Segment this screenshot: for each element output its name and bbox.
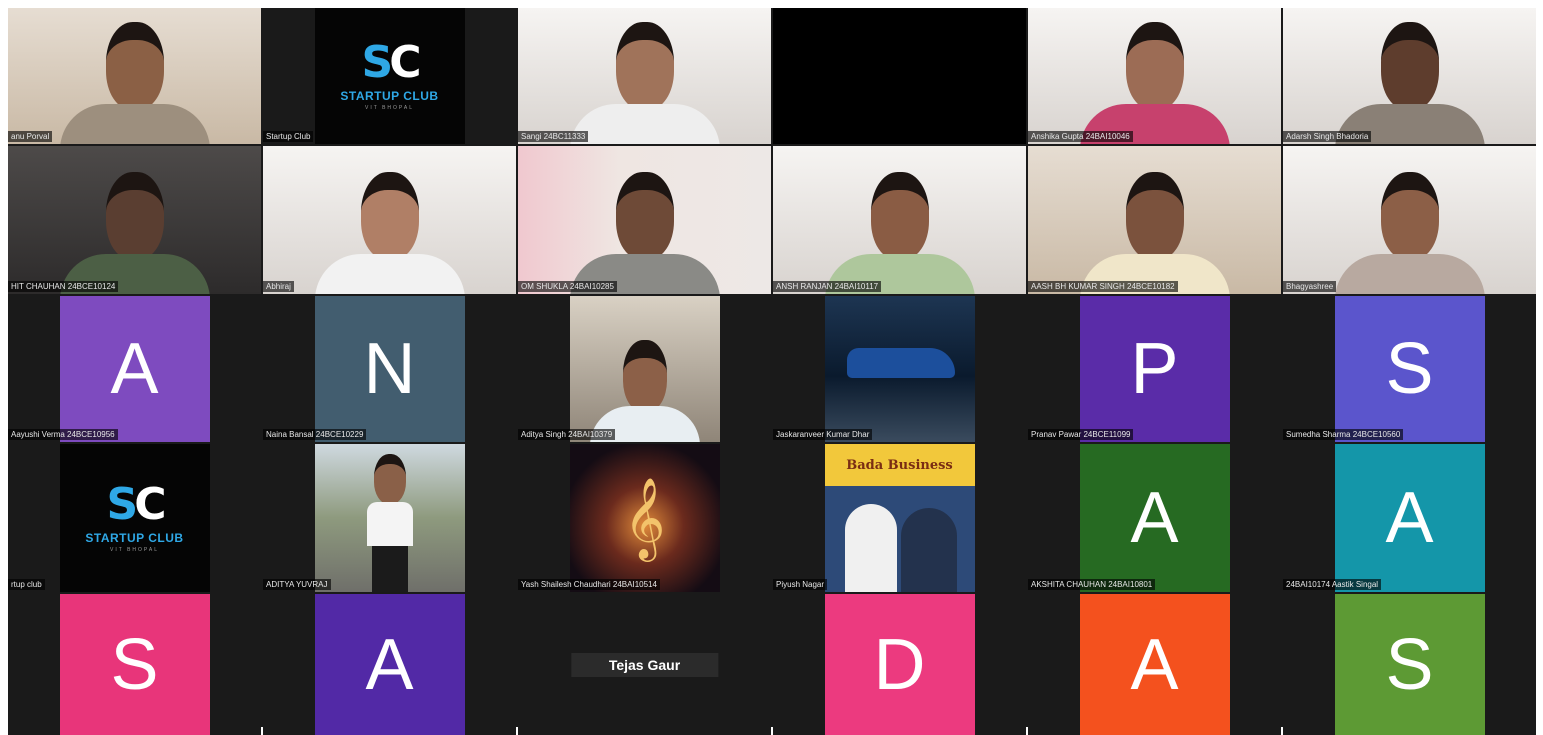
avatar: P (1079, 296, 1230, 442)
participant-tile[interactable]: N Naina Bansal 24BCE10229 (263, 296, 516, 442)
video-grid: anu Porval SC STARTUP CLUB VIT BHOPAL St… (8, 8, 1536, 735)
participant-tile[interactable]: S Sumedha Sharma 24BCE10560 (1283, 296, 1536, 442)
participant-tile[interactable]: P Pranav Pawar 24BCE11099 (1028, 296, 1281, 442)
participant-tile[interactable]: ADITYA YUVRAJ (263, 444, 516, 592)
avatar: A (1334, 444, 1485, 592)
avatar: S (59, 594, 210, 735)
participant-tile[interactable]: OM SHUKLA 24BAI10285 (518, 146, 771, 294)
participant-name-card: Tejas Gaur (570, 652, 719, 677)
participant-tile[interactable]: A Aayushi Verma 24BCE10956 (8, 296, 261, 442)
participant-tile[interactable]: S (1283, 594, 1536, 735)
participant-tile[interactable]: Adarsh Singh Bhadoria (1283, 8, 1536, 144)
participant-name: Piyush Nagar (773, 579, 828, 590)
participant-video (824, 172, 975, 294)
participant-name: Anshika Gupta 24BAI10046 (1028, 131, 1133, 142)
avatar: A (1079, 594, 1230, 735)
participant-tile[interactable]: Anshika Gupta 24BAI10046 (1028, 8, 1281, 144)
participant-tile[interactable]: A (263, 594, 516, 735)
participant-name: Abhiraj (263, 281, 294, 292)
participant-name: Sumedha Sharma 24BCE10560 (1283, 429, 1404, 440)
avatar: S (1334, 296, 1485, 442)
participant-name: Aayushi Verma 24BCE10956 (8, 429, 118, 440)
profile-photo (824, 296, 975, 442)
participant-tile[interactable]: Jaskaranveer Kumar Dhar (773, 296, 1026, 442)
participant-name: anu Porval (8, 131, 53, 142)
participant-tile[interactable]: Aditya Singh 24BAI10379 (518, 296, 771, 442)
participant-video (1079, 172, 1230, 294)
participant-tile[interactable]: anu Porval (8, 8, 261, 144)
participant-video (59, 22, 210, 144)
participant-tile[interactable]: HIT CHAUHAN 24BCE10124 (8, 146, 261, 294)
participant-video (59, 172, 210, 294)
profile-photo (569, 296, 720, 442)
participant-name: Aditya Singh 24BAI10379 (518, 429, 616, 440)
participant-name: Pranav Pawar 24BCE11099 (1028, 429, 1134, 440)
participant-tile[interactable]: A AKSHITA CHAUHAN 24BAI10801 (1028, 444, 1281, 592)
participant-video (1079, 22, 1230, 144)
participant-video (1334, 172, 1485, 294)
participant-tile[interactable]: Bada Business Piyush Nagar (773, 444, 1026, 592)
participant-tile[interactable]: Bhagyashree (1283, 146, 1536, 294)
participant-name: 24BAI10174 Aastik Singal (1283, 579, 1382, 590)
participant-name: HIT CHAUHAN 24BCE10124 (8, 281, 119, 292)
participant-tile[interactable]: Tejas Gaur (518, 594, 771, 735)
avatar: A (314, 594, 465, 735)
profile-photo (314, 444, 465, 592)
avatar: D (824, 594, 975, 735)
participant-tile[interactable]: SC STARTUP CLUB VIT BHOPAL Startup Club (263, 8, 516, 144)
participant-tile[interactable]: D (773, 594, 1026, 735)
participant-name: rtup club (8, 579, 45, 590)
participant-tile[interactable]: S (8, 594, 261, 735)
participant-tile[interactable]: Sangi 24BC11333 (518, 8, 771, 144)
participant-video (569, 22, 720, 144)
participant-name: Jaskaranveer Kumar Dhar (773, 429, 873, 440)
avatar: N (314, 296, 465, 442)
participant-tile[interactable]: AASH BH KUMAR SINGH 24BCE10182 (1028, 146, 1281, 294)
participant-name: Startup Club (263, 131, 314, 142)
avatar: A (1079, 444, 1230, 592)
participant-name: Sangi 24BC11333 (518, 131, 589, 142)
participant-tile[interactable]: SC STARTUP CLUB VIT BHOPAL rtup club (8, 444, 261, 592)
startup-club-logo: SC STARTUP CLUB VIT BHOPAL (59, 444, 210, 592)
participant-video (314, 172, 465, 294)
startup-club-logo: SC STARTUP CLUB VIT BHOPAL (314, 8, 465, 144)
participant-tile[interactable]: ANSH RANJAN 24BAI10117 (773, 146, 1026, 294)
participant-tile[interactable]: 𝄞 Yash Shailesh Chaudhari 24BAI10514 (518, 444, 771, 592)
participant-tile[interactable] (773, 8, 1026, 144)
participant-name: AKSHITA CHAUHAN 24BAI10801 (1028, 579, 1156, 590)
profile-photo: Bada Business (824, 444, 975, 592)
participant-video (569, 172, 720, 294)
participant-name: ANSH RANJAN 24BAI10117 (773, 281, 882, 292)
participant-name: AASH BH KUMAR SINGH 24BCE10182 (1028, 281, 1178, 292)
participant-tile[interactable]: Abhiraj (263, 146, 516, 294)
participant-name: Bhagyashree (1283, 281, 1337, 292)
avatar: A (59, 296, 210, 442)
music-clef-icon: 𝄞 (623, 476, 666, 559)
participant-name: Naina Bansal 24BCE10229 (263, 429, 367, 440)
participant-tile[interactable]: A 24BAI10174 Aastik Singal (1283, 444, 1536, 592)
avatar: S (1334, 594, 1485, 735)
participant-name: Yash Shailesh Chaudhari 24BAI10514 (518, 579, 660, 590)
participant-name: OM SHUKLA 24BAI10285 (518, 281, 617, 292)
participant-name: Adarsh Singh Bhadoria (1283, 131, 1372, 142)
participant-name: ADITYA YUVRAJ (263, 579, 331, 590)
participant-tile[interactable]: A (1028, 594, 1281, 735)
participant-video (1334, 22, 1485, 144)
profile-photo: 𝄞 (569, 444, 720, 592)
